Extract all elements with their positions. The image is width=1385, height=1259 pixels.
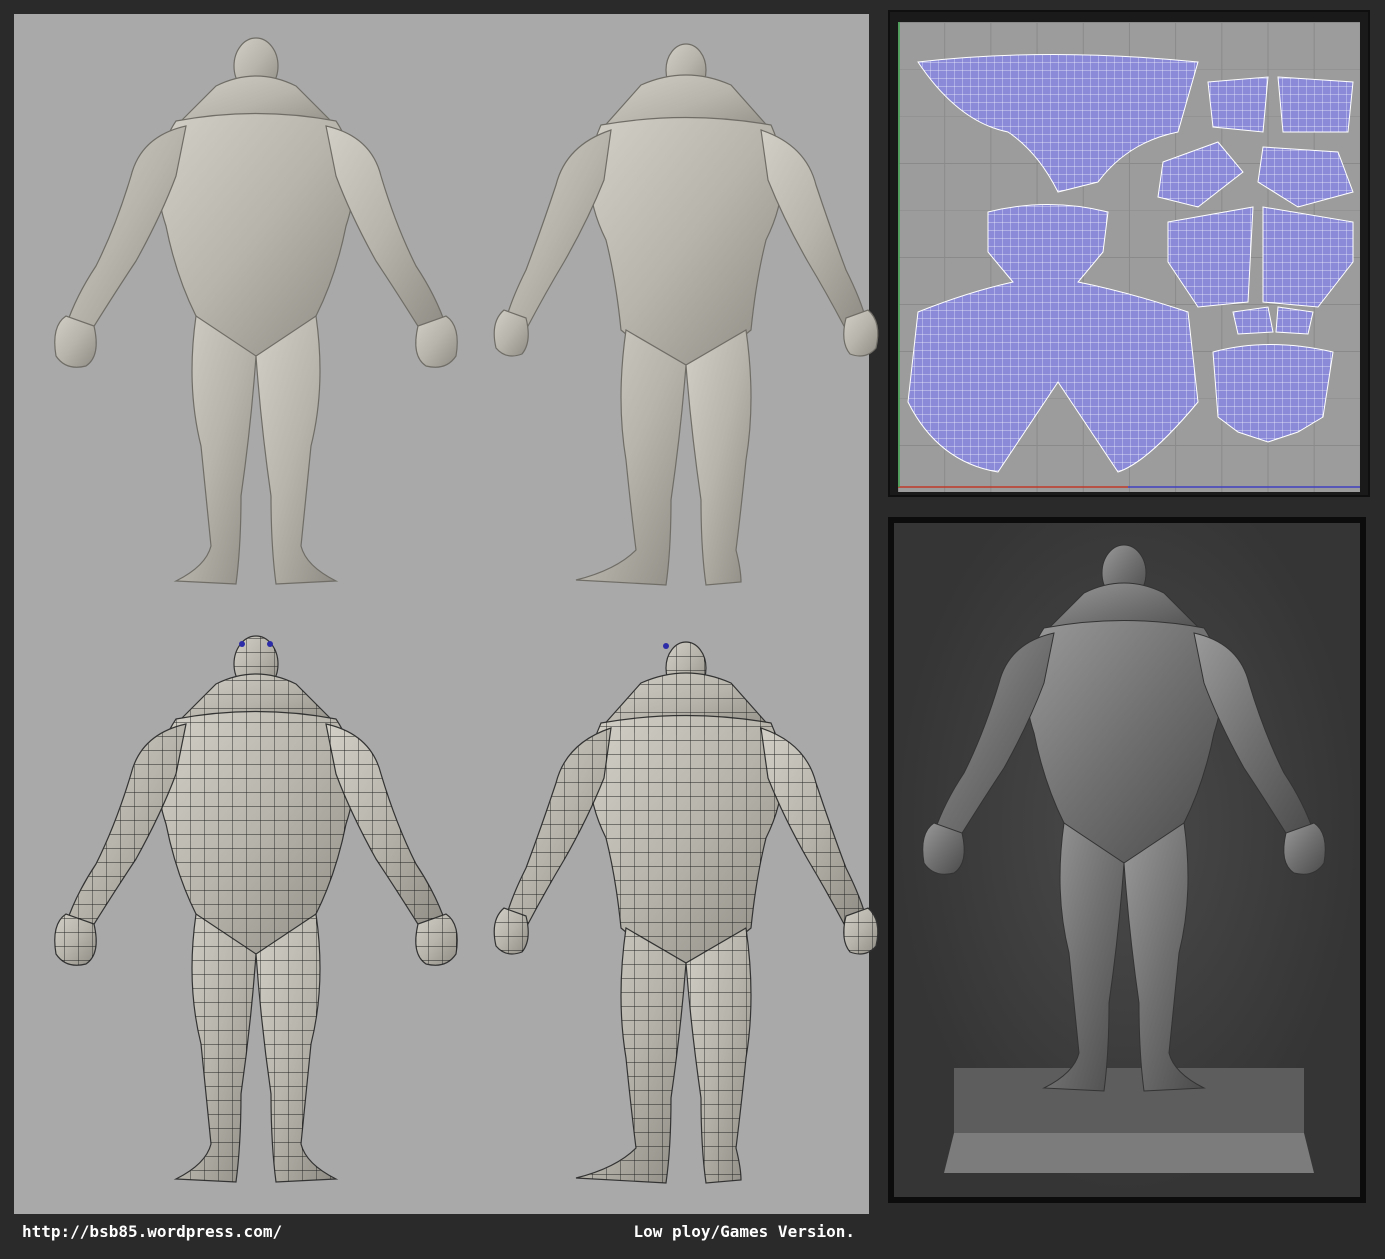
footer-note: Low ploy/Games Version. — [633, 1222, 855, 1241]
front-wireframe-figure — [54, 635, 458, 1183]
turnaround-panel — [14, 14, 879, 1214]
uv-layout — [898, 22, 1360, 492]
back-sculpt-figure — [493, 43, 879, 586]
front-sculpt-figure — [54, 37, 458, 585]
render-figure — [922, 544, 1326, 1173]
footer-url[interactable]: http://bsb85.wordpress.com/ — [22, 1222, 282, 1241]
uv-shells — [898, 22, 1360, 488]
render-viewport — [894, 523, 1360, 1197]
render-panel — [888, 517, 1366, 1203]
uv-layout-panel — [888, 10, 1370, 497]
back-wireframe-figure — [493, 641, 879, 1184]
